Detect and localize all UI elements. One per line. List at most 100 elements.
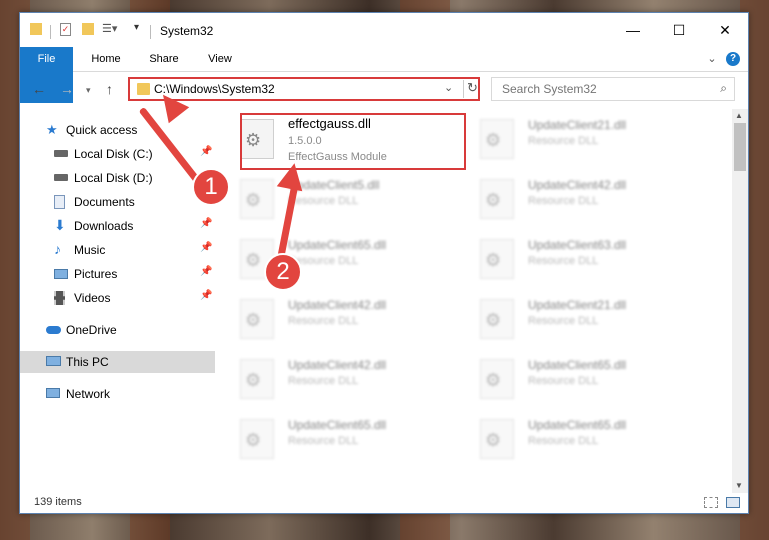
file-item[interactable]: ⚙ UpdateClient42.dll Resource DLL	[460, 171, 680, 227]
scrollbar-thumb[interactable]	[734, 123, 746, 171]
back-arrow-icon[interactable]: ←	[32, 81, 46, 97]
arrowhead-2	[276, 160, 308, 192]
navigation-row: ← → ▾ ↑ C:\Windows\System32 ⌄ ↻ ⌕	[20, 73, 748, 107]
file-type: Resource DLL	[528, 135, 599, 147]
scroll-up-icon[interactable]: ▲	[735, 111, 743, 120]
folder-icon	[137, 83, 150, 95]
title-bar: ✓ ☰▾ ▾ System32 — ☐ ✕	[20, 13, 748, 47]
file-type: Resource DLL	[528, 195, 599, 207]
sidebar-item-label: This PC	[66, 355, 109, 369]
sidebar-item-label: Quick access	[66, 123, 138, 137]
search-box[interactable]: ⌕	[491, 77, 735, 101]
file-highlight-box	[240, 113, 466, 170]
minimize-button[interactable]: —	[610, 13, 656, 47]
dll-file-icon: ⚙	[480, 239, 514, 279]
gear-icon: ⚙	[485, 250, 502, 270]
file-type: Resource DLL	[288, 375, 359, 387]
dll-file-icon: ⚙	[480, 299, 514, 339]
dll-file-icon: ⚙	[480, 419, 514, 459]
step-1-badge: 1	[192, 168, 230, 206]
file-name: UpdateClient42.dll	[528, 178, 627, 192]
chevron-down-icon[interactable]: ⌄	[444, 81, 453, 94]
large-icons-view-icon[interactable]	[726, 497, 740, 508]
sidebar-item-onedrive[interactable]: OneDrive	[20, 319, 215, 341]
explorer-window: ✓ ☰▾ ▾ System32 — ☐ ✕ File Home Share Vi…	[19, 12, 749, 514]
gear-icon: ⚙	[245, 310, 262, 330]
details-view-icon[interactable]	[704, 497, 718, 508]
status-bar: 139 items	[20, 493, 748, 513]
sidebar-item-documents[interactable]: Documents	[20, 191, 215, 213]
pin-icon[interactable]: 📌	[200, 218, 212, 229]
file-item[interactable]: ⚙ UpdateClient65.dll Resource DLL	[220, 231, 440, 287]
file-item[interactable]: ⚙ UpdateClient21.dll Resource DLL	[460, 111, 680, 167]
expand-ribbon-icon[interactable]: ⌄	[704, 47, 720, 71]
file-name: UpdateClient63.dll	[528, 238, 627, 252]
sidebar-item-videos[interactable]: Videos 📌	[20, 287, 215, 309]
file-name: UpdateClient42.dll	[288, 358, 387, 372]
vertical-scrollbar[interactable]: ▲ ▼	[732, 109, 748, 493]
properties-icon[interactable]: ✓	[60, 23, 71, 36]
sidebar-item-network[interactable]: Network	[20, 383, 215, 405]
pin-icon[interactable]: 📌	[200, 242, 212, 253]
step-2-badge: 2	[264, 253, 302, 291]
maximize-button[interactable]: ☐	[656, 13, 702, 47]
sidebar-item-music[interactable]: ♪ Music 📌	[20, 239, 215, 261]
quick-access-dropdown-icon[interactable]: ▾	[134, 22, 139, 33]
file-type: Resource DLL	[288, 315, 359, 327]
file-name: UpdateClient21.dll	[528, 118, 627, 132]
gear-icon: ⚙	[245, 430, 262, 450]
ribbon: File Home Share View ⌄ ?	[20, 47, 748, 103]
file-item[interactable]: ⚙ UpdateClient42.dll Resource DLL	[220, 291, 440, 347]
forward-arrow-icon[interactable]: →	[60, 81, 74, 97]
dll-file-icon: ⚙	[480, 179, 514, 219]
file-name: UpdateClient21.dll	[528, 298, 627, 312]
file-item[interactable]: ⚙ UpdateClient65.dll Resource DLL	[220, 411, 440, 467]
customize-toolbar-icon[interactable]: ☰▾	[102, 22, 117, 35]
help-icon[interactable]: ?	[726, 52, 740, 66]
dll-file-icon: ⚙	[480, 359, 514, 399]
music-note-icon: ♪	[54, 241, 61, 257]
drive-icon	[54, 174, 68, 181]
network-icon	[46, 388, 60, 398]
gear-icon: ⚙	[485, 190, 502, 210]
search-input[interactable]	[500, 81, 714, 97]
recent-locations-icon[interactable]: ▾	[86, 85, 91, 96]
file-type: Resource DLL	[528, 315, 599, 327]
file-item[interactable]: ⚙ UpdateClient65.dll Resource DLL	[460, 411, 680, 467]
dll-file-icon: ⚙	[480, 119, 514, 159]
sidebar-item-label: Music	[74, 243, 106, 257]
search-icon[interactable]: ⌕	[720, 81, 727, 96]
tab-share[interactable]: Share	[140, 47, 188, 71]
sidebar-item-this-pc[interactable]: This PC	[20, 351, 215, 373]
documents-icon	[54, 195, 65, 209]
sidebar-item-downloads[interactable]: ⬇ Downloads 📌	[20, 215, 215, 237]
dll-file-icon: ⚙	[240, 359, 274, 399]
file-type: Resource DLL	[288, 195, 359, 207]
sidebar-item-label: Videos	[74, 291, 111, 305]
drive-icon	[54, 150, 68, 157]
tab-home[interactable]: Home	[82, 47, 130, 71]
gear-icon: ⚙	[485, 370, 502, 390]
pin-icon[interactable]: 📌	[200, 290, 212, 301]
sidebar-item-label: Documents	[74, 195, 135, 209]
sidebar-item-pictures[interactable]: Pictures 📌	[20, 263, 215, 285]
new-folder-icon[interactable]	[82, 23, 94, 35]
file-item[interactable]: ⚙ UpdateClient5.dll Resource DLL	[220, 171, 440, 227]
file-item[interactable]: ⚙ UpdateClient65.dll Resource DLL	[460, 351, 680, 407]
computer-icon	[46, 356, 61, 366]
scroll-down-icon[interactable]: ▼	[735, 481, 743, 490]
up-arrow-icon[interactable]: ↑	[106, 81, 113, 97]
dll-file-icon: ⚙	[240, 419, 274, 459]
close-button[interactable]: ✕	[702, 13, 748, 47]
file-item[interactable]: ⚙ UpdateClient21.dll Resource DLL	[460, 291, 680, 347]
pin-icon[interactable]: 📌	[200, 146, 212, 157]
refresh-icon[interactable]: ↻	[463, 80, 481, 98]
file-item[interactable]: ⚙ UpdateClient63.dll Resource DLL	[460, 231, 680, 287]
sidebar-item-label: Downloads	[74, 219, 134, 233]
sidebar-item-quick-access[interactable]: ★ Quick access	[20, 119, 215, 141]
file-item[interactable]: ⚙ UpdateClient42.dll Resource DLL	[220, 351, 440, 407]
tab-view[interactable]: View	[198, 47, 242, 71]
sidebar-item-label: Pictures	[74, 267, 118, 281]
cloud-icon	[46, 326, 61, 334]
pin-icon[interactable]: 📌	[200, 266, 212, 277]
